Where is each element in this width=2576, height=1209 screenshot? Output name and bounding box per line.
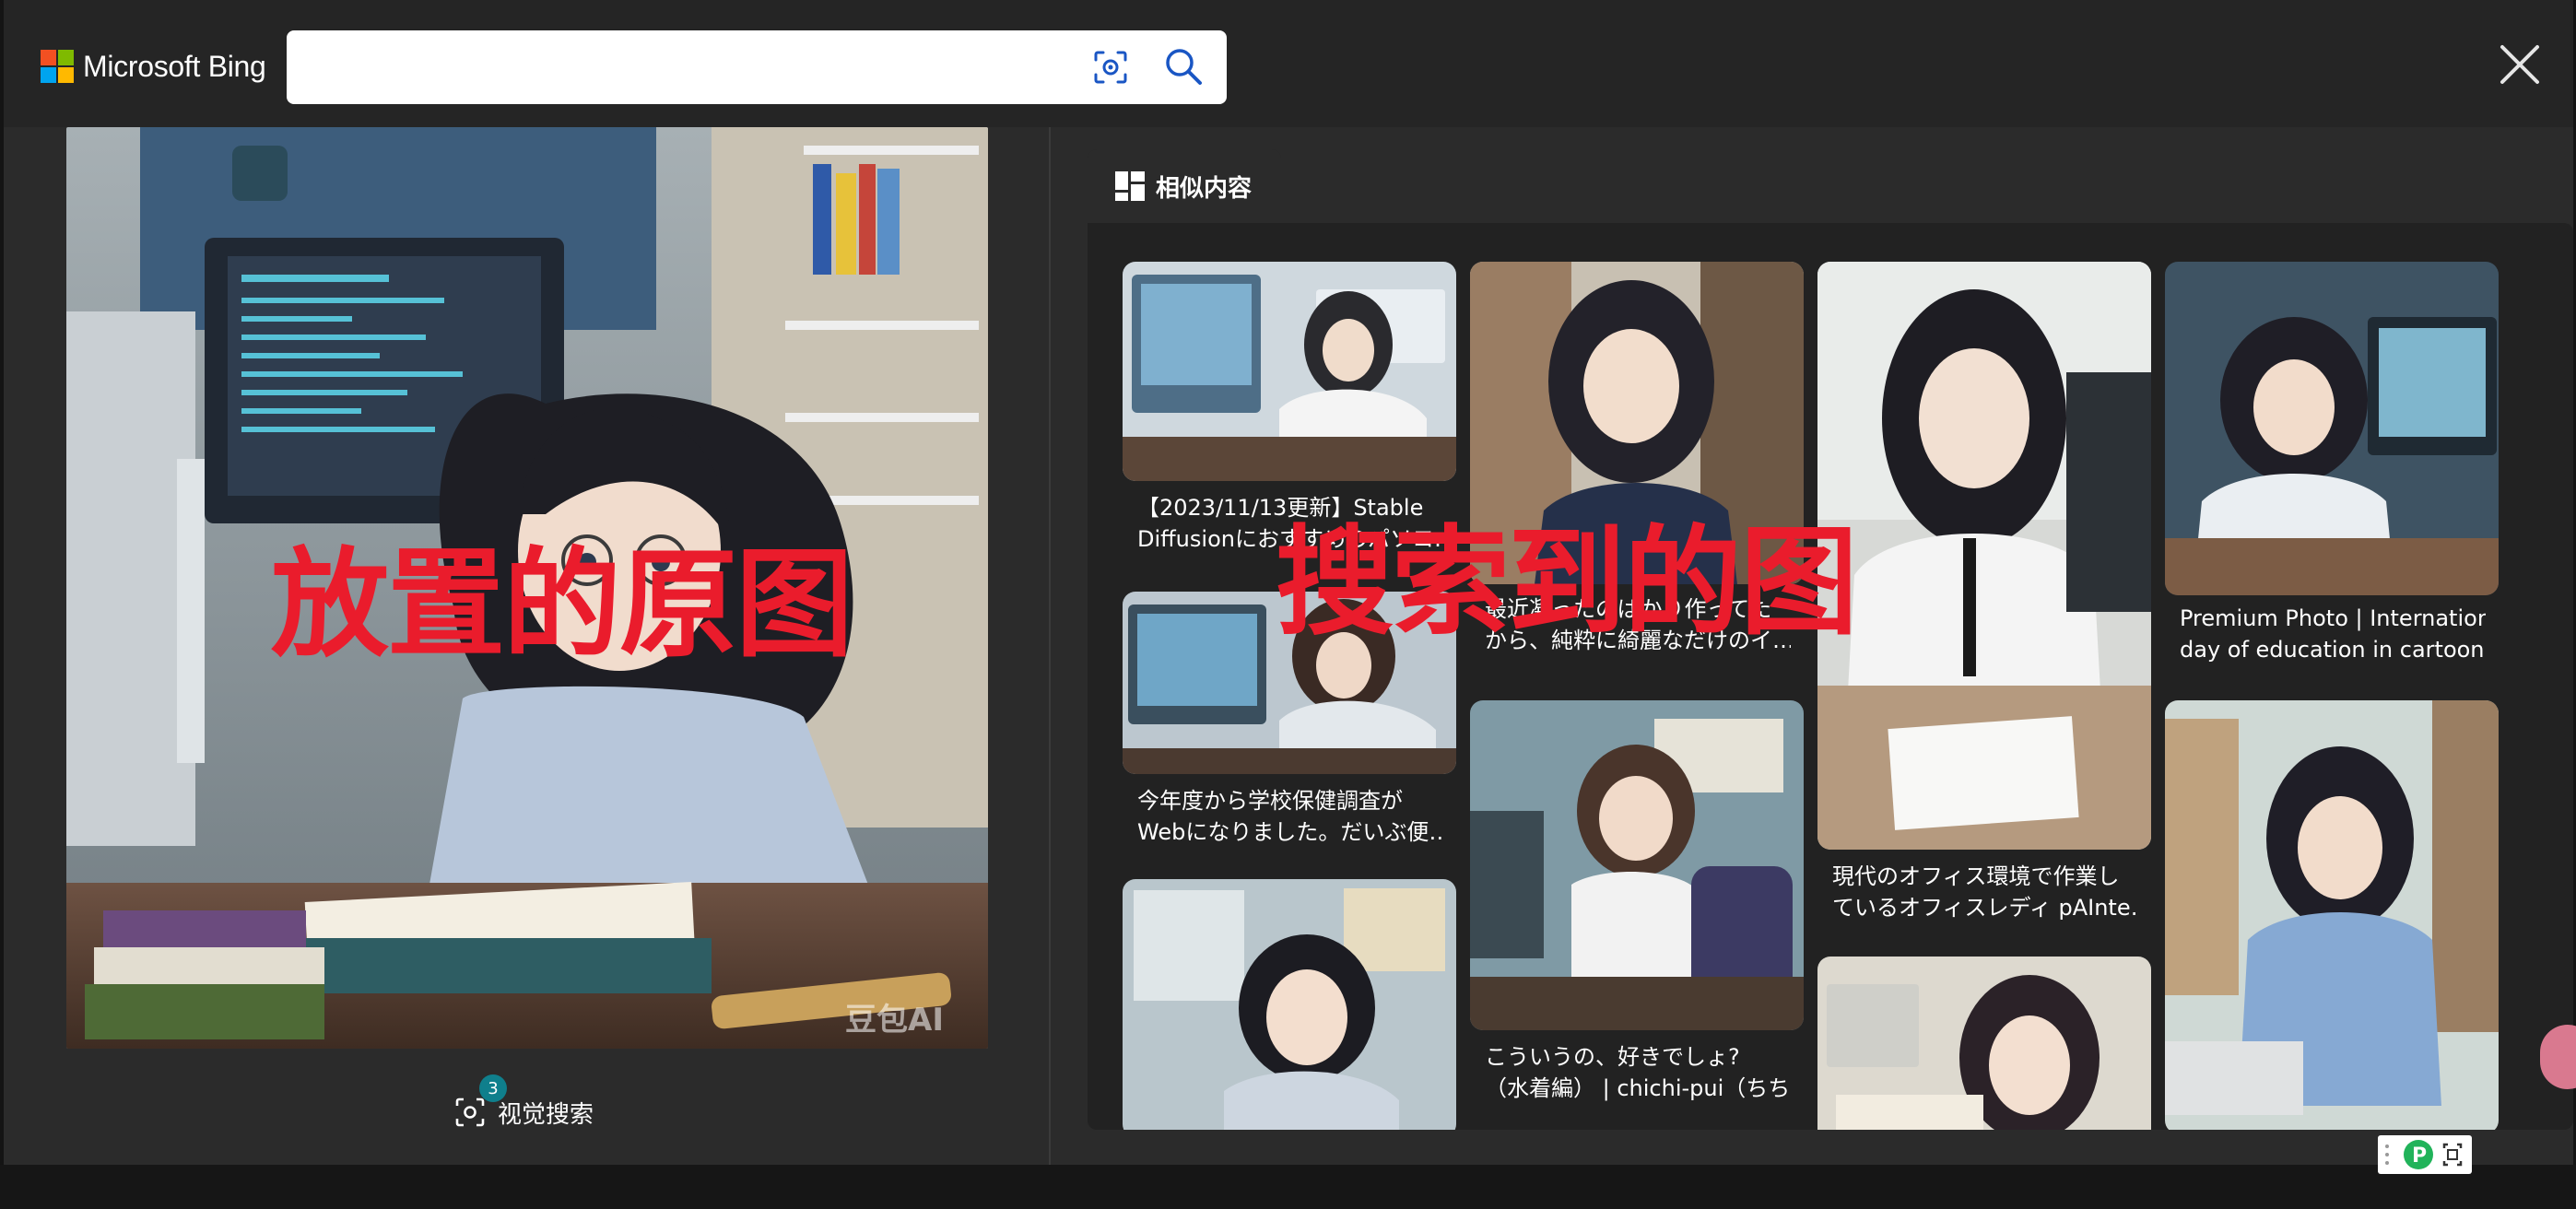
original-image[interactable]: 豆包AI <box>66 127 988 1049</box>
result-card[interactable]: こういうの、好きでしょ? （水着編） | chichi-pui（ちち… <box>1470 700 1804 1106</box>
result-image <box>1123 262 1456 481</box>
microsoft-logo-icon <box>41 50 74 83</box>
visual-search-icon <box>455 1097 485 1127</box>
result-image <box>1470 700 1804 1030</box>
result-card[interactable] <box>2165 700 2499 1130</box>
result-thumbnail[interactable] <box>1123 879 1456 1130</box>
result-card[interactable]: 【2023/11/13更新】Stable Diffusionにおすすめのパソコ… <box>1123 262 1456 584</box>
search-button[interactable] <box>1162 45 1205 88</box>
close-icon <box>2500 45 2539 84</box>
result-thumbnail[interactable] <box>1817 957 2151 1130</box>
grid-icon <box>1115 171 1145 201</box>
result-image <box>1123 592 1456 774</box>
result-thumbnail[interactable] <box>2165 700 2499 1130</box>
result-image <box>2165 700 2499 1130</box>
result-thumbnail[interactable] <box>2165 262 2499 595</box>
visual-search-label: 视觉搜索 <box>498 1100 594 1129</box>
result-thumbnail[interactable] <box>1123 592 1456 774</box>
result-caption: 最近凝ったのばかり作ってた から、純粋に綺麗なだけのイ… <box>1485 596 1791 653</box>
svg-text:P: P <box>2412 1144 2427 1168</box>
panel-divider <box>1049 127 1051 1167</box>
result-thumbnail[interactable] <box>1817 262 2151 850</box>
close-button[interactable] <box>2497 41 2543 88</box>
image-watermark: 豆包AI <box>845 1002 944 1039</box>
bing-logo[interactable]: Microsoft Bing <box>41 48 266 85</box>
result-card[interactable]: 最近凝ったのばかり作ってた から、純粋に綺麗なだけのイ… <box>1470 262 1804 704</box>
result-card[interactable]: 今年度から学校保健調査が Webになりました。だいぶ便… <box>1123 592 1456 877</box>
result-caption: こういうの、好きでしょ? （水着編） | chichi-pui（ちち… <box>1485 1044 1791 1101</box>
result-image <box>1817 957 2151 1130</box>
result-card[interactable] <box>1817 957 2151 1130</box>
floating-widget[interactable]: P <box>2378 1135 2472 1174</box>
result-caption: 【2023/11/13更新】Stable Diffusionにおすすめのパソコ… <box>1137 495 1443 552</box>
result-caption: 今年度から学校保健調査が Webになりました。だいぶ便… <box>1137 788 1443 845</box>
top-bar: Microsoft Bing <box>4 0 2573 127</box>
result-image <box>1123 879 1456 1130</box>
result-card[interactable]: Premium Photo | International day of edu… <box>2165 262 2499 704</box>
result-card[interactable]: 現代のオフィス環境で作業し ているオフィスレディ pAInte… <box>1817 262 2151 944</box>
bottom-strip <box>0 1165 2576 1209</box>
visual-search-count-badge: 3 <box>479 1074 507 1102</box>
visual-search-link[interactable]: 3 视觉搜索 <box>453 1074 594 1135</box>
tab-label: 相似内容 <box>1156 174 1253 203</box>
result-thumbnail[interactable] <box>1470 262 1804 584</box>
bing-visual-search-window: Microsoft Bing 豆包AI 3 视觉搜索 相似内容 【2023/11… <box>4 0 2573 1167</box>
brand-name: Microsoft Bing <box>83 49 266 83</box>
result-caption: 現代のオフィス環境で作業し ているオフィスレディ pAInte… <box>1832 863 2138 921</box>
result-thumbnail[interactable] <box>1123 262 1456 481</box>
search-icon <box>1166 49 1202 85</box>
result-image <box>1470 262 1804 584</box>
search-box <box>287 30 1227 104</box>
result-image <box>2165 262 2499 595</box>
result-card[interactable] <box>1123 879 1456 1130</box>
widget-icons: P <box>2385 1140 2463 1169</box>
result-image <box>1817 262 2151 850</box>
similar-results-panel: 【2023/11/13更新】Stable Diffusionにおすすめのパソコ…… <box>1088 223 2573 1130</box>
camera-search-icon <box>1094 51 1127 84</box>
result-caption: Premium Photo | International day of edu… <box>2180 605 2486 663</box>
anime-girl-at-computer-image: 豆包AI <box>66 127 988 1049</box>
visual-search-button[interactable] <box>1090 47 1131 88</box>
tab-similar-content[interactable]: 相似内容 <box>1088 149 1281 223</box>
result-thumbnail[interactable] <box>1470 700 1804 1030</box>
search-input[interactable] <box>307 43 1066 93</box>
